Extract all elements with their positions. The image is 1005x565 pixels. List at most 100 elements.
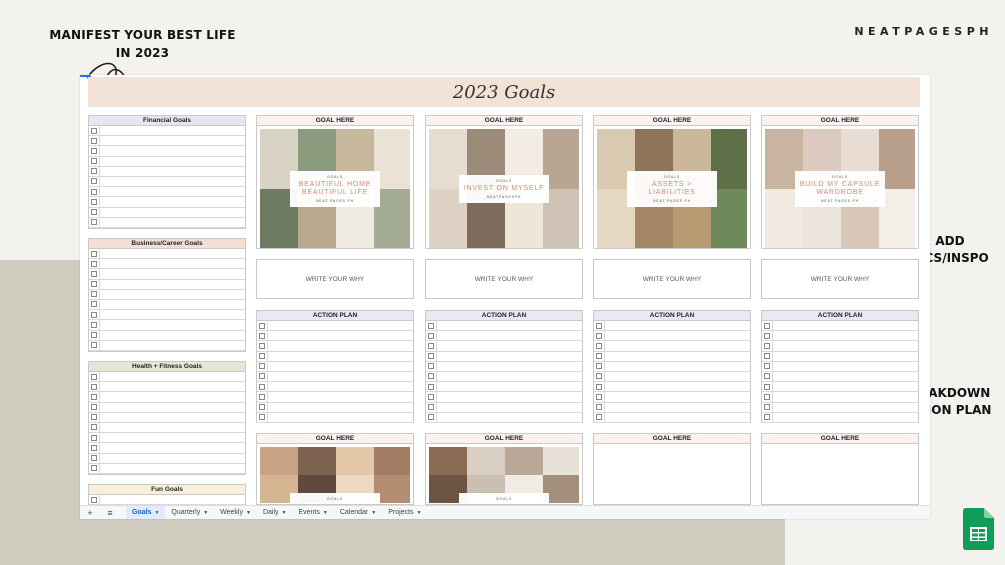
- checkbox[interactable]: [596, 353, 602, 360]
- action-plan-row[interactable]: [762, 361, 918, 372]
- tab-dropdown-icon[interactable]: ▼: [203, 506, 208, 520]
- checkbox[interactable]: [91, 424, 97, 431]
- text-cell[interactable]: [99, 299, 245, 310]
- text-cell[interactable]: [99, 197, 245, 207]
- goal-list-row[interactable]: [89, 330, 245, 341]
- checkbox[interactable]: [91, 127, 97, 134]
- goal-list-row[interactable]: [89, 197, 245, 208]
- action-plan-row[interactable]: [762, 402, 918, 413]
- goal-list-row[interactable]: [89, 422, 245, 434]
- action-plan-row[interactable]: [257, 341, 413, 352]
- goal-list-row[interactable]: [89, 166, 245, 177]
- text-cell[interactable]: [99, 443, 245, 453]
- text-cell[interactable]: [604, 361, 750, 371]
- action-plan-row[interactable]: [257, 371, 413, 383]
- checkbox[interactable]: [91, 383, 97, 390]
- text-cell[interactable]: [99, 217, 245, 227]
- text-cell[interactable]: [772, 412, 918, 422]
- goal-list-row[interactable]: [89, 402, 245, 413]
- checkbox[interactable]: [91, 465, 97, 472]
- text-cell[interactable]: [436, 402, 582, 412]
- action-plan-row[interactable]: [594, 412, 750, 423]
- sheet-tab[interactable]: Quarterly ▼: [165, 506, 214, 520]
- text-cell[interactable]: [772, 361, 918, 371]
- action-plan-row[interactable]: [426, 321, 582, 332]
- action-plan-row[interactable]: [594, 341, 750, 352]
- write-your-why-box[interactable]: WRITE YOUR WHY: [256, 259, 414, 299]
- text-cell[interactable]: [99, 495, 245, 505]
- text-cell[interactable]: [604, 412, 750, 422]
- action-plan-row[interactable]: [594, 371, 750, 383]
- text-cell[interactable]: [436, 321, 582, 331]
- goal-list-row[interactable]: [89, 340, 245, 351]
- text-cell[interactable]: [772, 402, 918, 412]
- goal-list-row[interactable]: [89, 249, 245, 260]
- text-cell[interactable]: [436, 351, 582, 361]
- goal-list-row[interactable]: [89, 382, 245, 393]
- checkbox[interactable]: [91, 137, 97, 144]
- text-cell[interactable]: [267, 351, 413, 361]
- text-cell[interactable]: [436, 341, 582, 351]
- action-plan-row[interactable]: [257, 382, 413, 393]
- action-plan-row[interactable]: [594, 351, 750, 362]
- checkbox[interactable]: [259, 363, 265, 370]
- goal-list-row[interactable]: [89, 269, 245, 280]
- checkbox[interactable]: [428, 414, 434, 421]
- text-cell[interactable]: [99, 259, 245, 269]
- goal-list-row[interactable]: [89, 463, 245, 474]
- sheet-tab[interactable]: Events ▼: [292, 506, 333, 520]
- checkbox[interactable]: [91, 158, 97, 165]
- goal-list-row[interactable]: [89, 217, 245, 228]
- text-cell[interactable]: [604, 341, 750, 351]
- text-cell[interactable]: [99, 453, 245, 463]
- checkbox[interactable]: [428, 383, 434, 390]
- checkbox[interactable]: [91, 311, 97, 318]
- action-plan-row[interactable]: [594, 361, 750, 372]
- text-cell[interactable]: [99, 330, 245, 340]
- text-cell[interactable]: [99, 433, 245, 443]
- checkbox[interactable]: [91, 250, 97, 257]
- text-cell[interactable]: [99, 146, 245, 156]
- checkbox[interactable]: [91, 291, 97, 298]
- text-cell[interactable]: [99, 382, 245, 392]
- action-plan-row[interactable]: [762, 412, 918, 423]
- checkbox[interactable]: [91, 147, 97, 154]
- checkbox[interactable]: [428, 322, 434, 329]
- text-cell[interactable]: [99, 269, 245, 279]
- text-cell[interactable]: [604, 402, 750, 412]
- sheet-tab[interactable]: Projects ▼: [382, 506, 427, 520]
- text-cell[interactable]: [99, 126, 245, 136]
- text-cell[interactable]: [604, 351, 750, 361]
- tab-dropdown-icon[interactable]: ▼: [371, 506, 376, 520]
- text-cell[interactable]: [436, 412, 582, 422]
- checkbox[interactable]: [91, 168, 97, 175]
- checkbox[interactable]: [91, 404, 97, 411]
- goal-list-row[interactable]: [89, 392, 245, 403]
- goal-list-row[interactable]: [89, 320, 245, 331]
- checkbox[interactable]: [596, 414, 602, 421]
- action-plan-row[interactable]: [762, 341, 918, 352]
- sheet-tab[interactable]: Calendar ▼: [334, 506, 382, 520]
- checkbox[interactable]: [91, 455, 97, 461]
- text-cell[interactable]: [604, 321, 750, 331]
- checkbox[interactable]: [91, 434, 97, 441]
- text-cell[interactable]: [772, 331, 918, 341]
- text-cell[interactable]: [267, 382, 413, 392]
- text-cell[interactable]: [772, 382, 918, 392]
- checkbox[interactable]: [91, 444, 97, 451]
- text-cell[interactable]: [99, 289, 245, 299]
- text-cell[interactable]: [604, 392, 750, 402]
- text-cell[interactable]: [772, 392, 918, 402]
- checkbox[interactable]: [764, 322, 770, 329]
- text-cell[interactable]: [99, 340, 245, 350]
- goal-list-row[interactable]: [89, 126, 245, 137]
- action-plan-row[interactable]: [257, 321, 413, 332]
- action-plan-row[interactable]: [594, 331, 750, 342]
- text-cell[interactable]: [99, 320, 245, 330]
- action-plan-row[interactable]: [594, 382, 750, 393]
- goal-list-row[interactable]: [89, 310, 245, 321]
- action-plan-row[interactable]: [257, 412, 413, 423]
- checkbox[interactable]: [91, 373, 97, 380]
- text-cell[interactable]: [436, 371, 582, 382]
- checkbox[interactable]: [764, 383, 770, 390]
